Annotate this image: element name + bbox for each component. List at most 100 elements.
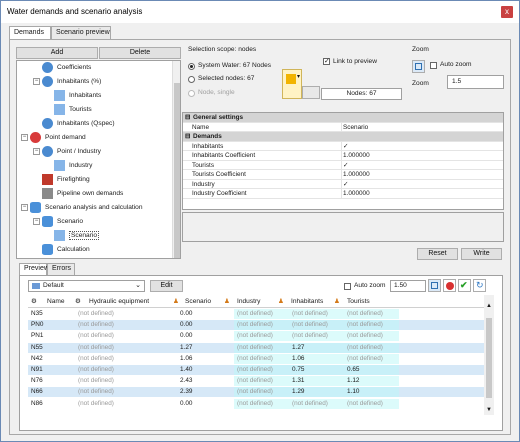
property-value[interactable]: Scenario (343, 123, 368, 133)
property-name: Inhabitants (192, 142, 224, 150)
tree-item[interactable]: Coefficients (33, 61, 91, 75)
table-cell: (not defined) (292, 399, 328, 407)
zoom-extent-button[interactable] (428, 279, 441, 292)
property-checkbox[interactable]: ✓ (343, 161, 348, 171)
tree-item[interactable]: Calculation (33, 243, 90, 257)
tree-item[interactable]: Scenario (45, 229, 100, 243)
demand-tree[interactable]: Coefficients − Inhabitants (%) Inhabitants T… (16, 60, 181, 259)
table-row[interactable]: PN0 (not defined) 0.00 (not defined) (not de… (28, 320, 484, 331)
table-row[interactable]: N86 (not defined) 0.00 (not defined) (not de… (28, 398, 484, 409)
table-cell: 0.75 (292, 366, 305, 373)
table-cell: 0.00 (180, 332, 193, 340)
property-row[interactable]: Tourists Coefficient 1.000000 (183, 170, 503, 180)
write-button[interactable]: Write (461, 248, 502, 260)
node-select-button[interactable]: ▾ (282, 69, 302, 99)
radio-selected-nodes[interactable] (188, 76, 195, 83)
tree-expander-icon[interactable]: − (33, 217, 40, 225)
database-icon (42, 243, 53, 255)
close-button[interactable]: x (501, 6, 513, 18)
property-row[interactable]: Industry ✓ (183, 179, 503, 190)
property-row[interactable]: Tourists ✓ (183, 160, 503, 171)
grid-scrollbar-thumb[interactable] (486, 318, 492, 398)
grid-scrollbar[interactable]: ▲ ▼ (484, 295, 494, 415)
column-header-scenario[interactable]: Scenario (185, 295, 211, 308)
property-row-name[interactable]: Name Scenario (183, 122, 503, 133)
tree-item[interactable]: − Point demand (21, 131, 86, 145)
clear-selection-button[interactable] (302, 86, 320, 99)
table-icon (54, 159, 65, 171)
auto-zoom-checkbox[interactable] (430, 62, 437, 69)
demands-category[interactable]: ⊟ Demands (183, 132, 503, 142)
radio-system-water[interactable] (188, 63, 195, 70)
property-row[interactable]: Industry Coefficient 1.000000 (183, 189, 503, 199)
preview-zoom-input[interactable]: 1.50 (390, 280, 426, 292)
table-row[interactable]: N76 (not defined) 2.43 (not defined) 1.31 1.1… (28, 376, 484, 387)
zoom-extent-icon (415, 63, 422, 70)
tree-item[interactable]: Industry (45, 159, 92, 173)
radio-node-single[interactable] (188, 90, 195, 97)
table-cell: (not defined) (237, 377, 273, 385)
tree-expander-icon[interactable]: − (33, 147, 40, 155)
table-cell: PN1 (31, 332, 44, 340)
tree-item[interactable]: − Scenario analysis and calculation (21, 201, 143, 215)
property-row[interactable]: Inhabitants ✓ (183, 141, 503, 152)
property-name: Tourists Coefficient (192, 171, 246, 178)
collapse-icon: ⊟ (185, 133, 191, 140)
property-value[interactable]: 1.000000 (343, 170, 370, 180)
apply-button[interactable]: ✔ (458, 279, 471, 292)
edit-button[interactable]: Edit (150, 280, 183, 292)
column-header-inhabitants[interactable]: Inhabitants (291, 295, 323, 308)
tree-expander-icon[interactable]: − (33, 77, 40, 85)
general-settings-category[interactable]: ⊟ General settings (183, 113, 503, 123)
tab-demands[interactable]: Demands (9, 26, 51, 40)
column-header-tourists[interactable]: Tourists (347, 295, 370, 308)
zoom-input[interactable]: 1.5 (447, 75, 504, 89)
table-row[interactable]: N35 (not defined) 0.00 (not defined) (not de… (28, 309, 484, 319)
tree-scrollbar[interactable] (172, 61, 180, 258)
grid-header: ⚙ Name ⚙ Hydraulic equipment ♟ Scenario … (28, 295, 484, 308)
column-header-hydraulic-equipment[interactable]: Hydraulic equipment (89, 295, 149, 308)
tree-item[interactable]: − Inhabitants (%) (33, 75, 101, 89)
demands-category-label: Demands (193, 133, 222, 140)
table-row[interactable]: N66 (not defined) 2.39 (not defined) 1.29 1.1… (28, 387, 484, 398)
reset-button[interactable]: Reset (417, 248, 458, 260)
delete-button[interactable]: Delete (99, 47, 181, 59)
refresh-button[interactable]: ↻ (473, 279, 486, 292)
property-grid: ⊟ General settings Name Scenario ⊟ Deman… (182, 112, 504, 210)
tree-scrollbar-thumb[interactable] (174, 83, 180, 258)
tree-item[interactable]: Tourists (45, 103, 92, 117)
tree-item[interactable]: − Point / Industry (33, 145, 101, 159)
property-value[interactable]: 1.000000 (343, 151, 370, 161)
add-button[interactable]: Add (16, 47, 98, 59)
property-checkbox[interactable]: ✓ (343, 142, 348, 152)
table-row[interactable]: N55 (not defined) 1.27 (not defined) 1.27 (no… (28, 342, 484, 353)
tree-expander-icon[interactable]: − (21, 133, 28, 141)
tree-item[interactable]: Pipeline own demands (33, 187, 123, 201)
tree-item[interactable]: − Scenario (33, 215, 83, 229)
property-checkbox[interactable]: ✓ (343, 180, 348, 190)
tree-item[interactable]: Inhabitants (45, 89, 101, 103)
table-cell: 1.27 (292, 343, 305, 351)
property-value[interactable]: 1.000000 (343, 189, 370, 199)
color-settings-button[interactable] (443, 279, 456, 292)
table-cell: N55 (31, 343, 43, 351)
preview-combo[interactable]: Default ⌄ (28, 280, 145, 292)
column-header-name[interactable]: Name (47, 295, 65, 308)
tab-scenario-preview[interactable]: Scenario preview (51, 26, 111, 39)
tree-item[interactable]: Inhabitants (Qspec) (33, 117, 115, 131)
table-cell: N35 (31, 310, 43, 317)
preview-auto-zoom-checkbox[interactable] (344, 283, 351, 290)
tree-expander-icon[interactable]: − (21, 203, 28, 211)
tree-item[interactable]: Firefighting (33, 173, 90, 187)
chevron-down-icon: ⌄ (135, 282, 141, 289)
table-row[interactable]: N42 (not defined) 1.06 (not defined) 1.06 (no… (28, 353, 484, 364)
table-row[interactable]: N91 (not defined) 1.40 (not defined) 0.75 0.6… (28, 365, 484, 375)
tab-preview[interactable]: Preview (19, 263, 49, 275)
link-to-preview-checkbox[interactable]: ✓ (323, 58, 330, 65)
table-cell: 2.43 (180, 377, 193, 385)
property-row[interactable]: Inhabitants Coefficient 1.000000 (183, 151, 503, 161)
tab-errors[interactable]: Errors (47, 263, 75, 275)
table-row[interactable]: PN1 (not defined) 0.00 (not defined) (not de… (28, 331, 484, 342)
zoom-to-selection-button[interactable] (412, 60, 425, 73)
column-header-industry[interactable]: Industry (237, 295, 260, 308)
